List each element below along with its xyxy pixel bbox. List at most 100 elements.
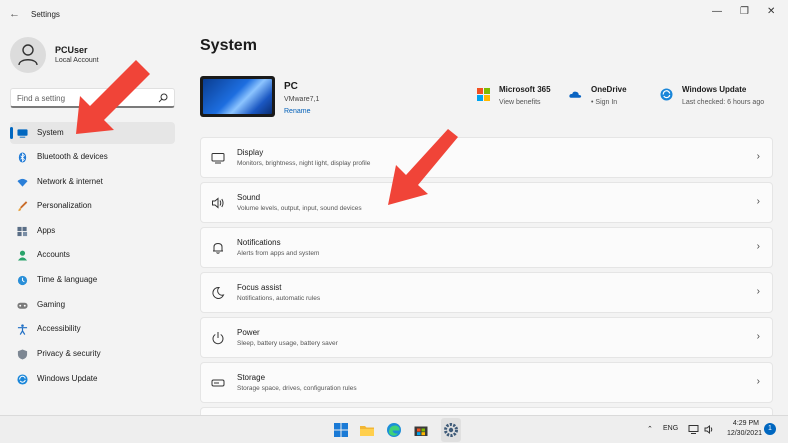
update-icon (17, 374, 28, 385)
avatar[interactable] (10, 37, 46, 73)
settings-gear-icon[interactable] (443, 422, 459, 438)
card-subtitle: Storage space, drives, configuration rul… (237, 385, 357, 392)
monitor-icon (211, 153, 225, 164)
card-title: Focus assist (237, 283, 282, 292)
moon-icon (212, 286, 225, 299)
shield-icon (17, 349, 28, 360)
profile-name: PCUser (55, 45, 88, 55)
chevron-right-icon: › (756, 241, 760, 252)
sidebar-item-accounts[interactable]: Accounts (10, 244, 175, 266)
search-icon[interactable] (158, 93, 168, 103)
microsoft-logo-icon (477, 88, 490, 101)
sidebar-item-apps[interactable]: Apps (10, 220, 175, 242)
card-subtitle: Monitors, brightness, night light, displ… (237, 160, 371, 167)
device-thumbnail (200, 76, 275, 117)
sidebar-item-windows-update[interactable]: Windows Update (10, 368, 175, 390)
close-button[interactable]: ✕ (767, 6, 775, 17)
monitor-icon (17, 129, 28, 138)
volume-icon[interactable] (704, 424, 715, 435)
clock-date[interactable]: 12/30/2021 (727, 430, 762, 437)
title-bar: ← Settings — ❐ ✕ (0, 0, 788, 30)
brush-icon (18, 201, 28, 212)
update-icon (660, 88, 673, 101)
network-icon[interactable] (688, 424, 699, 435)
sidebar-item-label: Apps (37, 226, 56, 235)
gamepad-icon (17, 302, 28, 309)
sidebar-item-accessibility[interactable]: Accessibility (10, 318, 175, 340)
sidebar-item-label: Time & language (37, 275, 98, 284)
user-icon (18, 44, 38, 66)
focus-assist-card[interactable]: Focus assist Notifications, automatic ru… (200, 272, 773, 313)
rename-link[interactable]: Rename (284, 108, 310, 115)
card-title: Power (237, 328, 260, 337)
app-title: Settings (31, 10, 60, 19)
chevron-right-icon: › (756, 376, 760, 387)
sidebar-item-privacy[interactable]: Privacy & security (10, 343, 175, 365)
sidebar-item-network[interactable]: Network & internet (10, 171, 175, 193)
display-card[interactable]: Display Monitors, brightness, night ligh… (200, 137, 773, 178)
notifications-card[interactable]: Notifications Alerts from apps and syste… (200, 227, 773, 268)
cloud-icon (569, 91, 582, 98)
sidebar-item-personalization[interactable]: Personalization (10, 195, 175, 217)
storage-card[interactable]: Storage Storage space, drives, configura… (200, 362, 773, 403)
apps-icon (17, 226, 28, 237)
power-icon (212, 332, 224, 345)
chevron-right-icon: › (756, 196, 760, 207)
sidebar-item-label: Network & internet (37, 177, 103, 186)
sound-card[interactable]: Sound Volume levels, output, input, soun… (200, 182, 773, 223)
power-card[interactable]: Power Sleep, battery usage, battery save… (200, 317, 773, 358)
card-subtitle: Alerts from apps and system (237, 250, 320, 257)
sidebar-item-label: Privacy & security (37, 349, 101, 358)
sidebar-item-label: Windows Update (37, 374, 98, 383)
maximize-button[interactable]: ❐ (740, 6, 749, 17)
annotation-arrow-icon (388, 129, 458, 205)
quick-link-title: Windows Update (682, 85, 747, 94)
page-title: System (200, 37, 257, 54)
wifi-icon (17, 178, 28, 187)
start-icon[interactable] (333, 422, 349, 438)
sidebar-item-bluetooth[interactable]: Bluetooth & devices (10, 146, 175, 168)
accessibility-icon (17, 324, 28, 335)
file-explorer-icon[interactable] (359, 422, 375, 438)
edge-icon[interactable] (386, 422, 402, 438)
chevron-up-icon[interactable]: ⌃ (647, 425, 653, 433)
sidebar-item-gaming[interactable]: Gaming (10, 294, 175, 316)
card-title: Notifications (237, 238, 281, 247)
device-name: PC (284, 81, 298, 92)
person-icon (17, 250, 28, 261)
quick-link-subtitle: Last checked: 6 hours ago (682, 99, 765, 106)
wallpaper-image (203, 79, 272, 114)
device-model: VMware7,1 (284, 96, 320, 103)
card-subtitle: Notifications, automatic rules (237, 295, 321, 302)
store-icon[interactable] (413, 422, 429, 438)
quick-link-subtitle: View benefits (499, 99, 541, 106)
notification-badge[interactable]: 1 (764, 423, 776, 435)
chevron-right-icon: › (756, 286, 760, 297)
back-button[interactable]: ← (9, 8, 20, 20)
selection-indicator (10, 127, 13, 139)
quick-link-title: Microsoft 365 (499, 85, 551, 94)
sidebar-item-time-language[interactable]: Time & language (10, 269, 175, 291)
card-title: Sound (237, 193, 261, 202)
chevron-right-icon: › (756, 331, 760, 342)
taskbar: ⌃ ENG 4:29 PM 12/30/2021 1 (0, 415, 788, 443)
bluetooth-icon (18, 152, 27, 163)
card-subtitle: Sleep, battery usage, battery saver (237, 340, 338, 347)
language-indicator[interactable]: ENG (663, 425, 678, 432)
sidebar-item-label: Accounts (37, 250, 70, 259)
sidebar-item-label: Accessibility (37, 324, 81, 333)
storage-icon (211, 379, 225, 387)
sidebar-item-label: System (37, 128, 64, 137)
bell-icon (213, 242, 223, 254)
sidebar-item-label: Gaming (37, 300, 66, 309)
clock-time[interactable]: 4:29 PM (733, 420, 759, 427)
card-title: Storage (237, 373, 266, 382)
quick-link-title: OneDrive (591, 85, 627, 94)
minimize-button[interactable]: — (712, 6, 722, 17)
speaker-icon (212, 197, 224, 209)
sidebar-item-label: Personalization (37, 201, 92, 210)
quick-link-subtitle: • Sign In (591, 99, 618, 106)
card-title: Display (237, 148, 264, 157)
sidebar-item-label: Bluetooth & devices (37, 152, 108, 161)
annotation-arrow-icon (76, 60, 150, 134)
